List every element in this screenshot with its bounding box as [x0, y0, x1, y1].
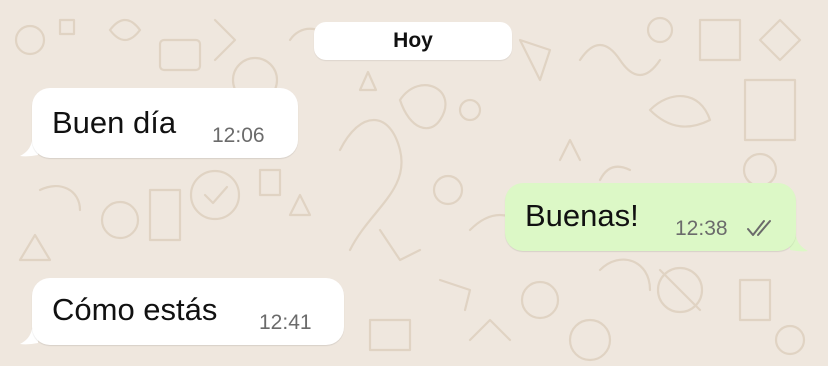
date-separator: Hoy	[314, 22, 512, 60]
double-check-icon	[747, 220, 771, 236]
message-text: Cómo estás	[52, 292, 218, 327]
date-separator-label: Hoy	[393, 29, 433, 52]
message-text: Buen día	[52, 105, 177, 140]
message-bubble-incoming[interactable]: Cómo estás 12:41	[32, 278, 344, 345]
message-bubble-incoming[interactable]: Buen día 12:06	[32, 88, 298, 158]
message-text: Buenas!	[525, 198, 639, 233]
message-bubble-outgoing[interactable]: Buenas! 12:38	[505, 183, 796, 251]
message-time: 12:06	[212, 124, 265, 147]
message-time: 12:38	[675, 217, 728, 240]
message-time: 12:41	[259, 311, 312, 334]
